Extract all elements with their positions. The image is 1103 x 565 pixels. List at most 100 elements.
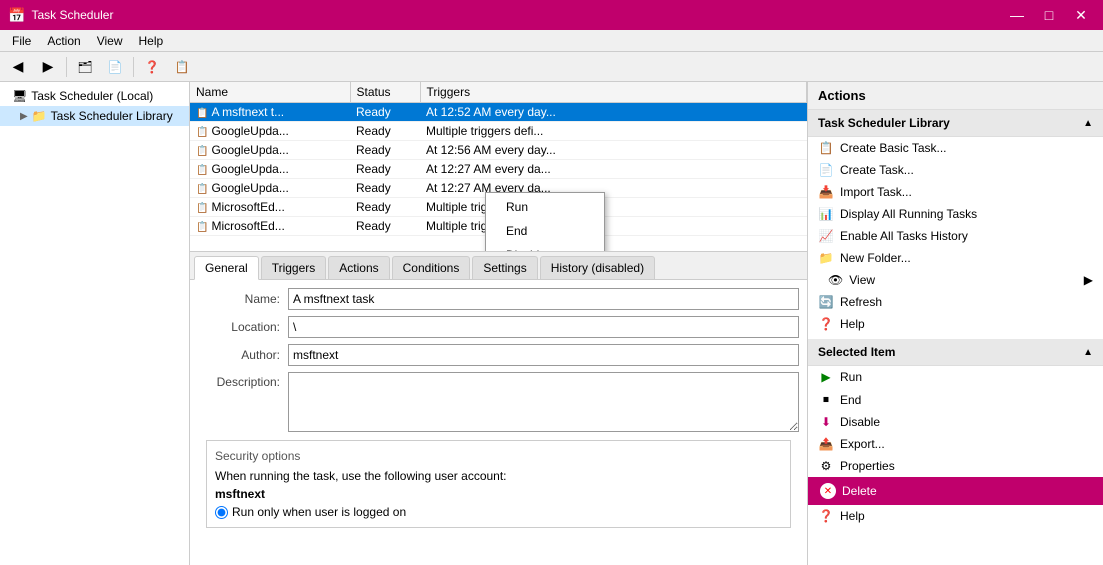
info-button[interactable]: 📋 — [168, 55, 196, 79]
table-row[interactable]: 📋GoogleUpda... Ready At 12:56 AM every d… — [190, 141, 807, 160]
panel-run[interactable]: ▶ Run — [808, 366, 1103, 388]
task-trigger: Multiple triggers defi... — [420, 198, 807, 217]
ctx-run[interactable]: Run — [486, 195, 604, 219]
panel-disable[interactable]: ⬇ Disable — [808, 411, 1103, 433]
security-section: Security options When running the task, … — [206, 440, 791, 528]
table-row[interactable]: 📋A msftnext t... Ready At 12:52 AM every… — [190, 103, 807, 122]
task-trigger: At 12:27 AM every da... — [420, 179, 807, 198]
window-title: Task Scheduler — [31, 8, 1003, 22]
library-collapse-btn[interactable]: ▲ — [1083, 118, 1093, 129]
sidebar-item-local[interactable]: 🖥 Task Scheduler (Local) — [0, 86, 189, 106]
refresh-icon: 🔄 — [818, 295, 834, 309]
panel-create-task[interactable]: 📄 Create Task... — [808, 159, 1103, 181]
show-hide-button[interactable]: 🗂 — [71, 55, 99, 79]
details-button[interactable]: 📄 — [101, 55, 129, 79]
panel-end[interactable]: ⏹ End — [808, 388, 1103, 411]
title-bar: 📅 Task Scheduler — □ ✕ — [0, 0, 1103, 30]
selected-collapse-btn[interactable]: ▲ — [1083, 347, 1093, 358]
panel-new-folder[interactable]: 📁 New Folder... — [808, 247, 1103, 269]
name-label: Name: — [198, 292, 288, 306]
tab-content-general: Name: Location: Author: Description: Sec… — [190, 280, 807, 544]
ctx-disable[interactable]: Disable — [486, 243, 604, 252]
minimize-button[interactable]: — — [1003, 4, 1031, 26]
name-row: Name: — [198, 288, 799, 310]
help-selected-label: Help — [840, 509, 865, 523]
display-running-icon: 📊 — [818, 207, 834, 221]
panel-import-task[interactable]: 📥 Import Task... — [808, 181, 1103, 203]
panel-delete[interactable]: ✕ Delete — [808, 477, 1103, 505]
location-row: Location: — [198, 316, 799, 338]
task-status: Ready — [350, 236, 420, 238]
close-button[interactable]: ✕ — [1067, 4, 1095, 26]
panel-refresh[interactable]: 🔄 Refresh — [808, 291, 1103, 313]
right-panel: Actions Task Scheduler Library ▲ 📋 Creat… — [808, 82, 1103, 565]
new-folder-label: New Folder... — [840, 251, 911, 265]
author-label: Author: — [198, 348, 288, 362]
menu-file[interactable]: File — [4, 32, 39, 50]
tab-triggers[interactable]: Triggers — [261, 256, 327, 279]
table-row[interactable]: 📋GoogleUpda... Ready At 12:27 AM every d… — [190, 160, 807, 179]
radio-row: Run only when user is logged on — [215, 505, 782, 519]
export-icon: 📤 — [818, 437, 834, 451]
properties-label: Properties — [840, 459, 895, 473]
panel-help-selected[interactable]: ❓ Help — [808, 505, 1103, 527]
panel-display-running[interactable]: 📊 Display All Running Tasks — [808, 203, 1103, 225]
col-header-triggers[interactable]: Triggers — [420, 82, 807, 103]
main-layout: 🖥 Task Scheduler (Local) ▶ 📁 Task Schedu… — [0, 82, 1103, 565]
table-row[interactable]: 📋GoogleUpda... Ready Multiple triggers d… — [190, 122, 807, 141]
enable-history-icon: 📈 — [818, 229, 834, 243]
menu-view[interactable]: View — [89, 32, 131, 50]
author-input[interactable] — [288, 344, 799, 366]
panel-view[interactable]: 👁 View ▶ — [808, 269, 1103, 291]
panel-create-basic-task[interactable]: 📋 Create Basic Task... — [808, 137, 1103, 159]
panel-properties[interactable]: ⚙ Properties — [808, 455, 1103, 477]
description-input[interactable] — [288, 372, 799, 432]
ctx-end[interactable]: End — [486, 219, 604, 243]
details-panel: General Triggers Actions Conditions Sett… — [190, 252, 807, 565]
sidebar-item-library[interactable]: ▶ 📁 Task Scheduler Library — [0, 106, 189, 126]
export-label: Export... — [840, 437, 885, 451]
tab-settings[interactable]: Settings — [472, 256, 537, 279]
col-header-status[interactable]: Status — [350, 82, 420, 103]
panel-help-library[interactable]: ❓ Help — [808, 313, 1103, 335]
task-status: Ready — [350, 141, 420, 160]
task-table-container: Name Status Triggers 📋A msftnext t... Re… — [190, 82, 807, 252]
task-name: 📋GoogleUpda... — [190, 122, 350, 141]
task-trigger: At 12:56 AM every day... — [420, 141, 807, 160]
create-basic-task-label: Create Basic Task... — [840, 141, 947, 155]
end-label: End — [840, 393, 861, 407]
panel-export[interactable]: 📤 Export... — [808, 433, 1103, 455]
window-controls: — □ ✕ — [1003, 4, 1095, 26]
tab-general[interactable]: General — [194, 256, 259, 280]
maximize-button[interactable]: □ — [1035, 4, 1063, 26]
tab-actions[interactable]: Actions — [328, 256, 389, 279]
menu-help[interactable]: Help — [131, 32, 172, 50]
security-title: Security options — [215, 449, 782, 463]
tab-history[interactable]: History (disabled) — [540, 256, 655, 279]
tab-conditions[interactable]: Conditions — [392, 256, 471, 279]
library-section-header: Task Scheduler Library ▲ — [808, 110, 1103, 137]
col-header-name[interactable]: Name — [190, 82, 350, 103]
security-text: When running the task, use the following… — [215, 469, 782, 483]
radio-logged-on[interactable] — [215, 506, 228, 519]
run-label: Run — [840, 370, 862, 384]
task-status: Ready — [350, 160, 420, 179]
panel-enable-history[interactable]: 📈 Enable All Tasks History — [808, 225, 1103, 247]
context-menu: Run End Disable Export... Properties Del… — [485, 192, 605, 252]
sidebar: 🖥 Task Scheduler (Local) ▶ 📁 Task Schedu… — [0, 82, 190, 565]
disable-label: Disable — [840, 415, 880, 429]
separator-2 — [133, 57, 134, 77]
help-library-label: Help — [840, 317, 865, 331]
forward-button[interactable]: ▶ — [34, 55, 62, 79]
help-icon-button[interactable]: ❓ — [138, 55, 166, 79]
back-button[interactable]: ◀ — [4, 55, 32, 79]
display-running-label: Display All Running Tasks — [840, 207, 977, 221]
name-input[interactable] — [288, 288, 799, 310]
library-section-title: Task Scheduler Library — [818, 116, 950, 130]
run-icon: ▶ — [818, 370, 834, 384]
task-status: Ready — [350, 198, 420, 217]
location-input[interactable] — [288, 316, 799, 338]
description-row: Description: — [198, 372, 799, 432]
task-name: 📋GoogleUpda... — [190, 160, 350, 179]
menu-action[interactable]: Action — [39, 32, 88, 50]
